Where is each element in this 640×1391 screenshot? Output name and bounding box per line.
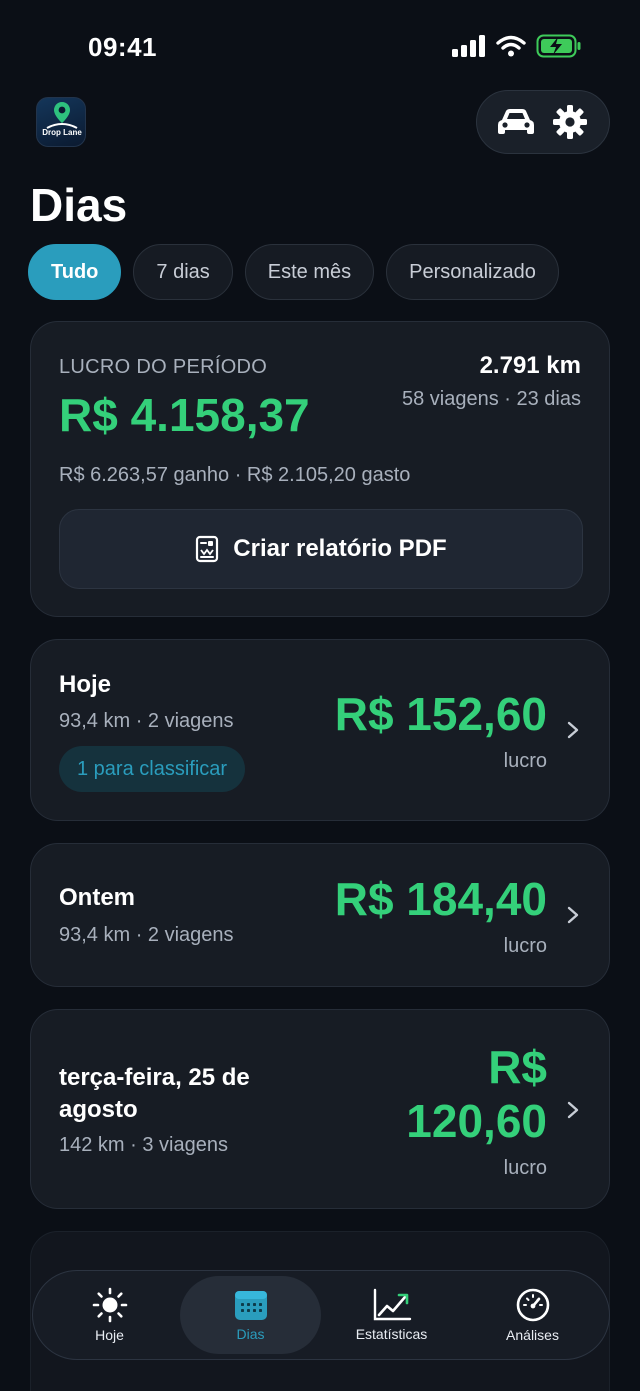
filter-chip-all[interactable]: Tudo xyxy=(28,244,122,300)
summary-breakdown: R$ 6.263,57 ganho · R$ 2.105,20 gasto xyxy=(59,464,411,486)
day-profit: R$ 120,60 xyxy=(406,1041,547,1147)
car-icon xyxy=(498,109,534,134)
tab-label: Hoje xyxy=(95,1327,124,1343)
day-profit: R$ 152,60 xyxy=(334,688,547,740)
unclassified-trips-badge[interactable]: 1 para classificar xyxy=(59,746,246,792)
day-name: Hoje xyxy=(59,671,112,698)
chevron-right-icon xyxy=(567,1101,579,1119)
tab-dias[interactable]: Dias xyxy=(180,1276,321,1354)
day-card[interactable]: Hoje 93,4 km · 2 viagens 1 para classifi… xyxy=(30,639,610,821)
day-name: Ontem xyxy=(59,884,136,911)
gear-icon xyxy=(553,105,587,139)
day-profit-label: lucro xyxy=(503,935,547,957)
tab-hoje[interactable]: Hoje xyxy=(39,1276,180,1354)
calendar-icon xyxy=(234,1291,267,1320)
battery-charging-icon xyxy=(536,34,581,58)
tab-analises[interactable]: Análises xyxy=(462,1276,603,1354)
top-actions xyxy=(476,90,610,154)
page-title: Dias xyxy=(30,179,128,231)
day-profit: R$ 184,40 xyxy=(334,873,547,925)
filter-chip-this-month[interactable]: Este mês xyxy=(244,244,375,300)
wifi-icon xyxy=(496,35,526,57)
tab-label: Estatísticas xyxy=(355,1326,428,1342)
gauge-icon xyxy=(516,1288,549,1322)
period-summary-card: LUCRO DO PERÍODO R$ 4.158,37 2.791 km 58… xyxy=(30,321,610,617)
day-profit-label: lucro xyxy=(503,1157,547,1179)
filter-chip-7-days[interactable]: 7 dias xyxy=(133,244,233,300)
chevron-right-icon xyxy=(567,721,579,739)
summary-profit: R$ 4.158,37 xyxy=(59,389,310,441)
tab-bar: Hoje Dias Estatísticas Análises xyxy=(32,1270,610,1360)
summary-label: LUCRO DO PERÍODO xyxy=(59,356,268,378)
tab-label: Análises xyxy=(506,1327,559,1343)
status-bar: 09:41 xyxy=(0,0,640,90)
chart-trend-icon xyxy=(373,1288,411,1321)
map-pin-icon xyxy=(46,102,78,129)
cellular-signal-icon xyxy=(452,35,485,57)
chevron-right-icon xyxy=(567,906,579,924)
day-card[interactable]: Ontem 93,4 km · 2 viagens R$ 184,40 lucr… xyxy=(30,843,610,987)
vehicle-button[interactable] xyxy=(491,97,541,147)
day-profit-label: lucro xyxy=(503,750,547,772)
summary-distance: 2.791 km xyxy=(479,352,581,379)
settings-button[interactable] xyxy=(545,97,595,147)
day-distance-trips: 93,4 km · 2 viagens xyxy=(59,710,234,732)
sun-icon xyxy=(92,1287,127,1323)
period-filters: Tudo 7 dias Este mês Personalizado xyxy=(28,244,559,300)
create-pdf-report-label: Criar relatório PDF xyxy=(233,535,447,562)
tab-estatisticas[interactable]: Estatísticas xyxy=(321,1276,462,1354)
day-card[interactable]: terça-feira, 25 de agosto 142 km · 3 via… xyxy=(30,1009,610,1209)
app-logo: Drop Lane xyxy=(36,97,86,147)
create-pdf-report-button[interactable]: Criar relatório PDF xyxy=(59,509,583,589)
logo-text: Drop Lane xyxy=(42,128,82,137)
document-report-icon xyxy=(196,535,219,563)
day-distance-trips: 142 km · 3 viagens xyxy=(59,1134,228,1156)
filter-chip-custom[interactable]: Personalizado xyxy=(386,244,559,300)
day-name: terça-feira, 25 de agosto xyxy=(59,1064,250,1123)
tab-label: Dias xyxy=(236,1326,265,1342)
summary-trips-days: 58 viagens · 23 dias xyxy=(401,388,581,410)
day-distance-trips: 93,4 km · 2 viagens xyxy=(59,924,234,946)
status-icons xyxy=(452,34,582,58)
status-time: 09:41 xyxy=(88,32,157,62)
